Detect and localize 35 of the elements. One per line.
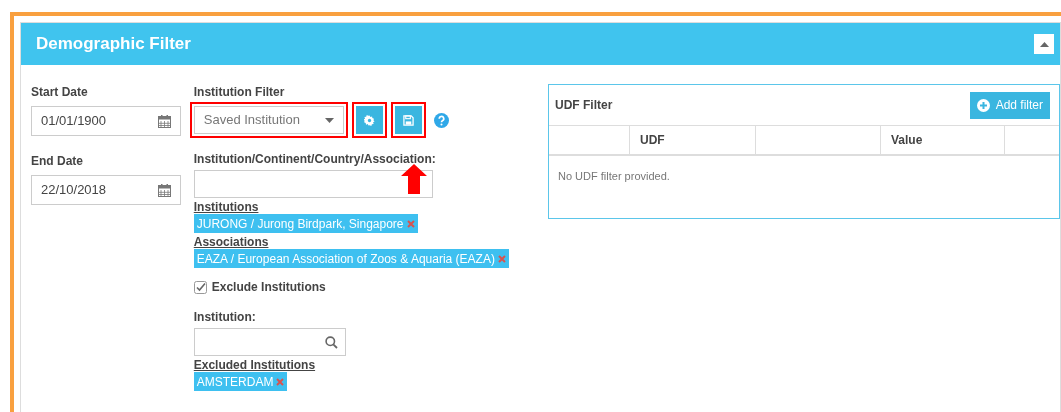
institution-field[interactable]: [193, 328, 346, 356]
plus-circle-icon: [976, 98, 990, 112]
field-label: End Date: [31, 153, 84, 170]
help-icon[interactable]: [433, 112, 449, 128]
field-label: Institution:: [193, 310, 256, 324]
field-label: Institution Filter: [193, 84, 286, 101]
group-heading: Institutions: [193, 200, 259, 214]
checkbox[interactable]: [193, 280, 207, 294]
institution-search-field[interactable]: [193, 170, 433, 198]
end-date-field[interactable]: 22/10/2018: [31, 175, 181, 205]
start-date-field[interactable]: 01/01/1900: [31, 106, 181, 136]
checkbox-label: Exclude Institutions: [211, 279, 326, 296]
empty-message: No UDF filter provided.: [557, 169, 671, 184]
panel-title: Demographic Filter: [36, 33, 191, 56]
caret-icon: [324, 117, 334, 123]
card-title: UDF Filter: [555, 97, 613, 114]
pointer-arrow: [400, 164, 427, 194]
selected-tag: AMSTERDAM: [193, 372, 288, 391]
collapse-button[interactable]: [1034, 34, 1054, 54]
group-heading: Associations: [193, 235, 269, 249]
group-heading: Excluded Institutions: [193, 358, 316, 372]
calendar-icon[interactable]: [158, 114, 171, 128]
selected-tag: EAZA / European Association of Zoos & Aquaria (EAZA): [193, 249, 509, 268]
search-icon[interactable]: [324, 335, 338, 349]
gear-icon: [363, 114, 375, 126]
institution-filter-dropdown[interactable]: Saved Institution: [193, 106, 344, 134]
column-header: Value: [881, 126, 1005, 154]
field-label: Start Date: [31, 84, 89, 101]
column-header: UDF: [630, 126, 756, 154]
remove-icon[interactable]: [497, 254, 506, 263]
remove-icon[interactable]: [406, 219, 415, 228]
selected-tag: JURONG / Jurong Birdpark, Singapore: [193, 214, 418, 233]
field-label: Institution/Continent/Country/Association:: [193, 152, 436, 166]
remove-icon[interactable]: [276, 377, 285, 386]
calendar-icon[interactable]: [158, 183, 171, 197]
